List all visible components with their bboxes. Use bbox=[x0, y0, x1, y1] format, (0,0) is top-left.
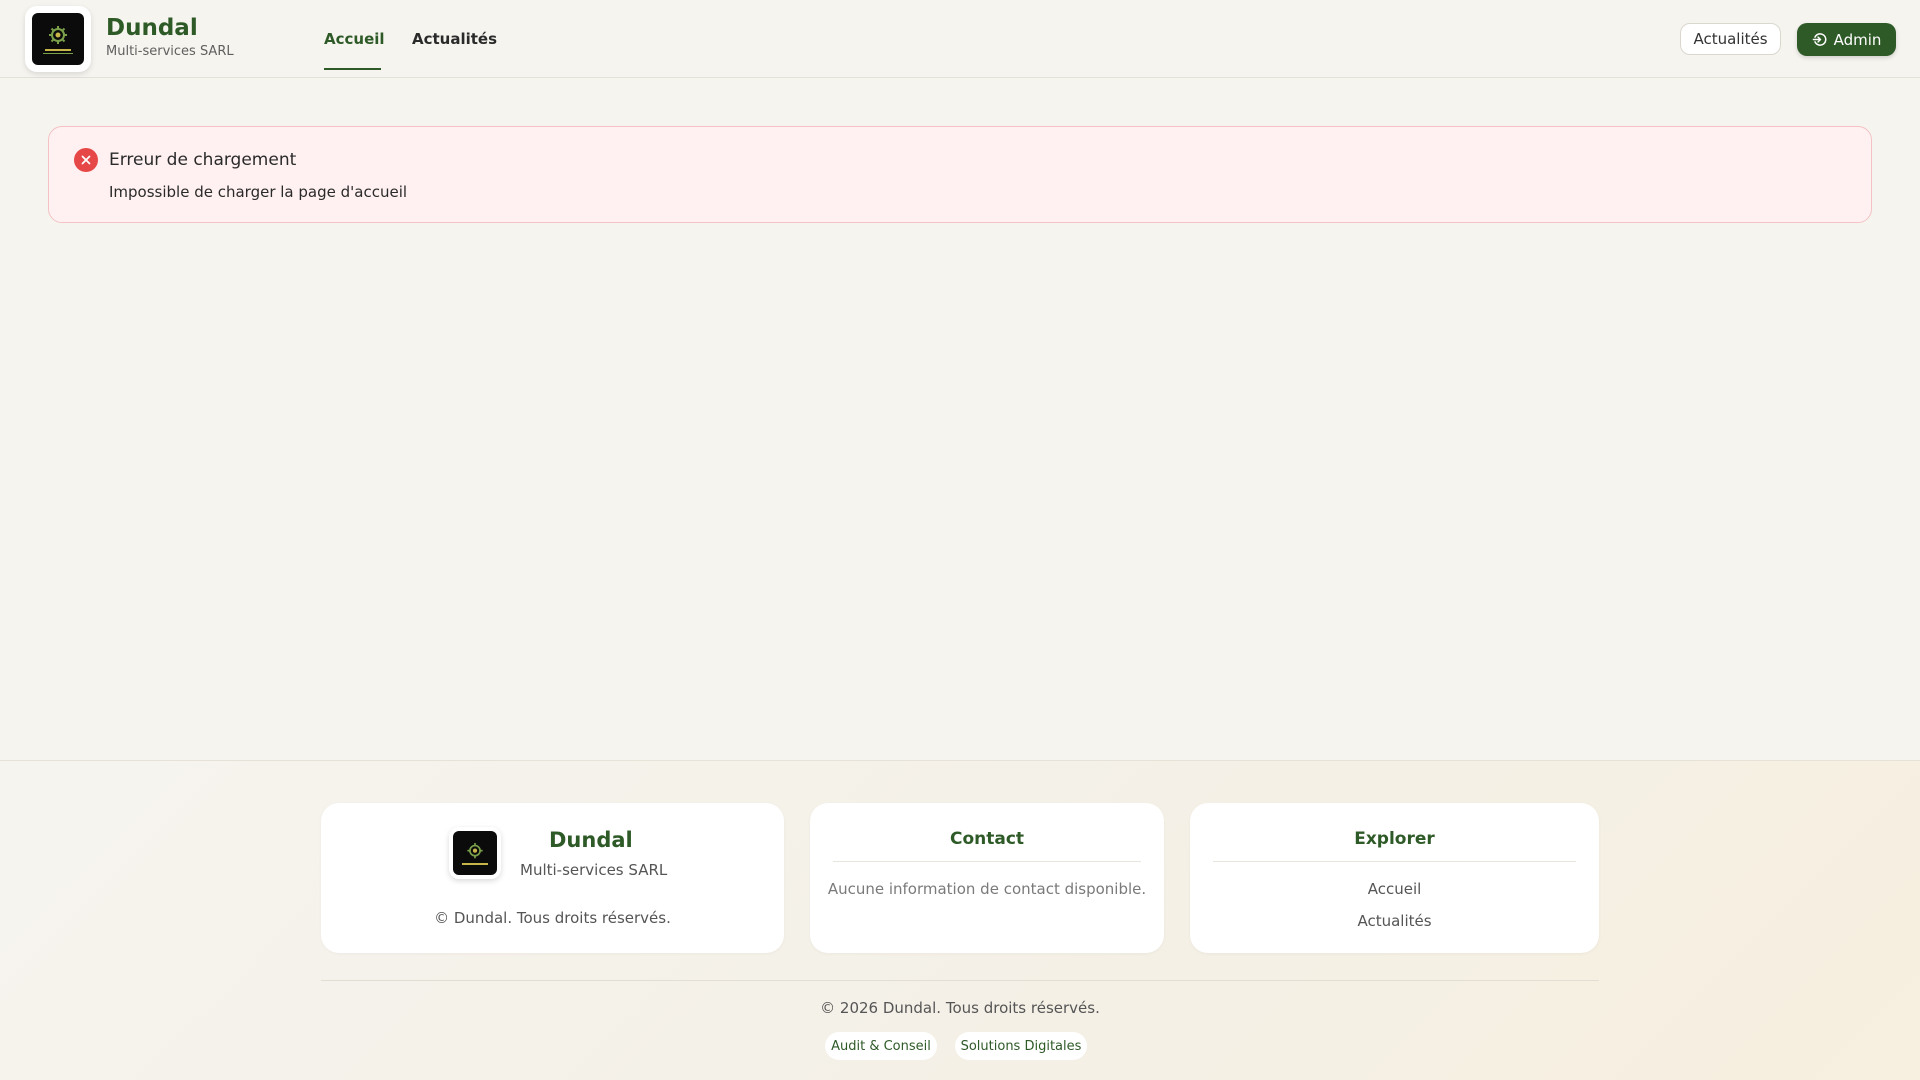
brand-name[interactable]: Dundal bbox=[106, 14, 198, 42]
pill-audit-conseil[interactable]: Audit & Conseil bbox=[825, 1032, 937, 1060]
error-alert: Erreur de chargement Impossible de charg… bbox=[48, 126, 1872, 223]
brand-subtitle: Multi-services SARL bbox=[106, 44, 234, 59]
footer-brand-logo bbox=[449, 827, 501, 879]
nav-link-accueil[interactable]: Accueil bbox=[324, 29, 385, 49]
pill-solutions-digitales[interactable]: Solutions Digitales bbox=[955, 1032, 1087, 1060]
explorer-title: Explorer bbox=[1354, 829, 1435, 849]
actualites-button[interactable]: Actualités bbox=[1680, 23, 1781, 55]
footer-brand-card: Dundal Multi-services SARL © Dundal. Tou… bbox=[321, 803, 784, 953]
alert-title: Erreur de chargement bbox=[109, 150, 297, 170]
footer-copyright: © 2026 Dundal. Tous droits réservés. bbox=[820, 999, 1100, 1017]
admin-button[interactable]: Admin bbox=[1797, 23, 1896, 56]
alert-message: Impossible de charger la page d'accueil bbox=[109, 183, 408, 201]
nav-active-indicator bbox=[324, 68, 381, 70]
footer-brand-subtitle: Multi-services SARL bbox=[520, 861, 668, 879]
footer-brand-copyright: © Dundal. Tous droits réservés. bbox=[434, 909, 671, 927]
contact-title: Contact bbox=[949, 829, 1025, 849]
card-divider bbox=[1213, 861, 1576, 862]
site-header: Dundal Multi-services SARL Accueil Actua… bbox=[0, 0, 1920, 78]
login-icon bbox=[1812, 33, 1827, 46]
footer-explorer-card: Explorer Accueil Actualités bbox=[1190, 803, 1599, 953]
footer-brand-name: Dundal bbox=[549, 828, 633, 852]
card-divider bbox=[833, 861, 1141, 862]
nav-link-actualites[interactable]: Actualités bbox=[412, 29, 497, 49]
gear-emblem-icon bbox=[49, 25, 67, 44]
gear-emblem-icon bbox=[467, 842, 483, 858]
footer-link-accueil[interactable]: Accueil bbox=[1190, 879, 1599, 899]
contact-empty-text: Aucune information de contact disponible… bbox=[827, 880, 1147, 898]
footer-contact-card: Contact Aucune information de contact di… bbox=[810, 803, 1164, 953]
footer-link-actualites[interactable]: Actualités bbox=[1190, 911, 1599, 931]
admin-button-label: Admin bbox=[1833, 30, 1882, 49]
site-footer: Dundal Multi-services SARL © Dundal. Tou… bbox=[0, 760, 1920, 1080]
logo-emblem bbox=[32, 13, 84, 65]
error-x-icon bbox=[74, 148, 98, 172]
brand-logo[interactable] bbox=[25, 6, 91, 72]
footer-divider bbox=[321, 980, 1599, 981]
